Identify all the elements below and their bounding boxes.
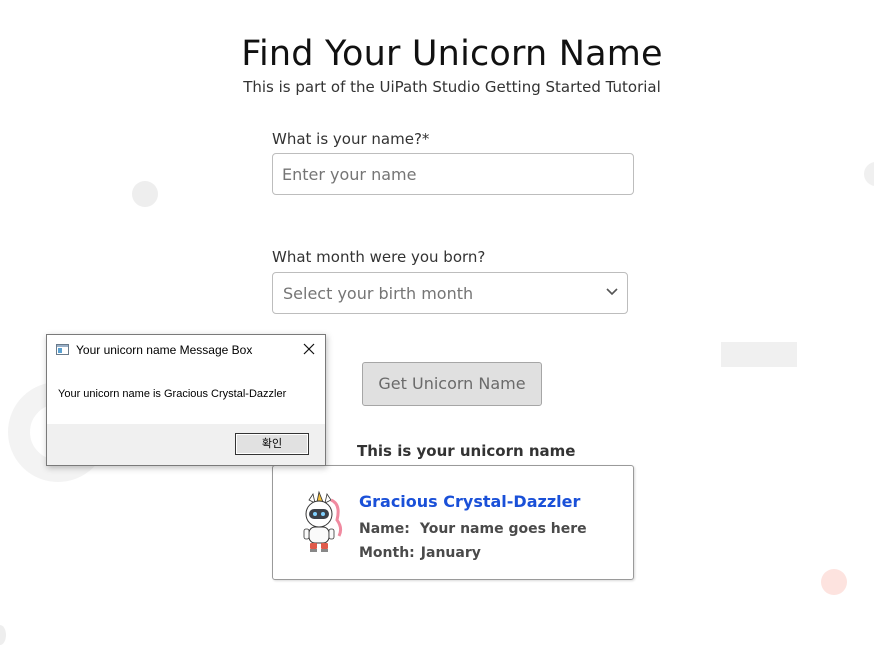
unicorn-robot-icon [303,490,343,552]
page: Find Your Unicorn Name This is part of t… [0,0,874,656]
chevron-down-icon [606,288,618,296]
message-box-dialog: Your unicorn name Message Box Your unico… [46,334,326,466]
decor-dot [0,625,6,645]
month-select-value: Select your birth month [283,284,474,303]
decor-dot [821,569,847,595]
result-month-label: Month: [359,545,415,561]
result-month-value: January [420,545,481,561]
name-label: What is your name?* [272,130,430,148]
dialog-titlebar[interactable]: Your unicorn name Message Box [47,335,325,365]
unicorn-name: Gracious Crystal-Dazzler [359,492,581,511]
result-month-line: Month: January [359,545,481,561]
app-window-icon [56,344,69,355]
decor-dot [864,162,874,186]
result-card: Gracious Crystal-Dazzler Name: Your name … [272,465,634,580]
ok-button[interactable]: 확인 [235,433,309,455]
result-name-label: Name: [359,521,410,537]
name-input[interactable] [272,153,634,195]
get-unicorn-name-button[interactable]: Get Unicorn Name [362,362,542,406]
result-name-line: Name: Your name goes here [359,521,587,537]
month-label: What month were you born? [272,248,486,266]
dialog-footer: 확인 [47,424,325,465]
month-select[interactable]: Select your birth month [272,272,628,314]
dialog-message: Your unicorn name is Gracious Crystal-Da… [58,388,287,400]
decor-dot [132,181,158,207]
close-icon[interactable] [301,341,317,357]
page-subtitle: This is part of the UiPath Studio Gettin… [243,78,661,96]
dialog-title: Your unicorn name Message Box [76,343,253,357]
result-heading: This is your unicorn name [357,442,576,460]
decor-rect [721,342,797,367]
page-title: Find Your Unicorn Name [241,34,663,74]
result-name-value: Your name goes here [419,521,587,537]
